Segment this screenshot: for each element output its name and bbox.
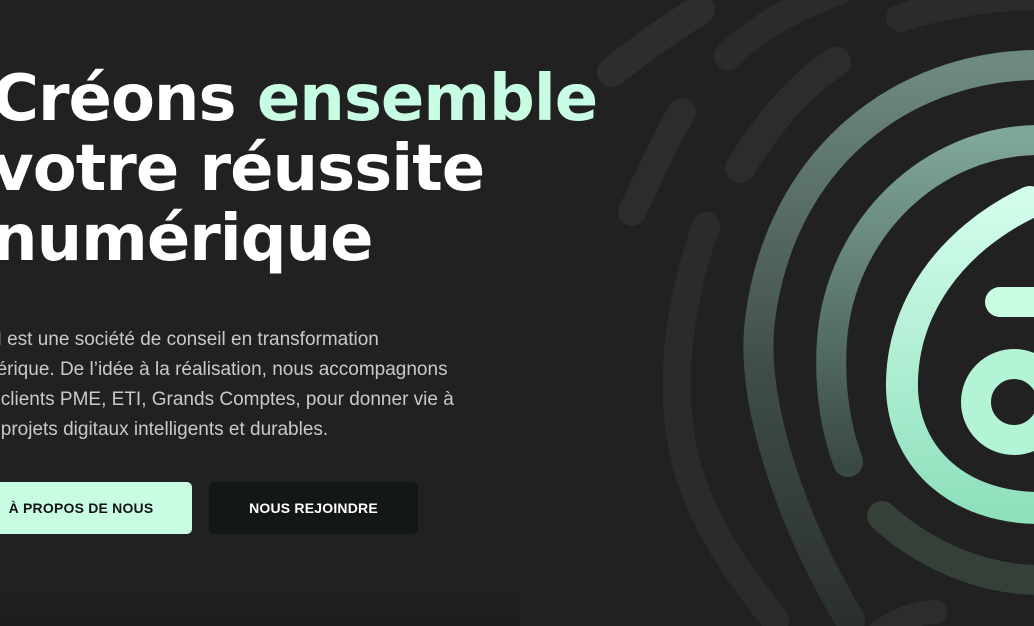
- intro-line: s projets digitaux intelligents et durab…: [0, 419, 329, 440]
- intro-line: nérique. De l’idée à la réalisation, nou…: [0, 359, 448, 380]
- intro-line: M est une société de conseil en transfor…: [0, 329, 379, 350]
- headline-line-2: votre réussite: [0, 132, 485, 206]
- join-us-button[interactable]: NOUS REJOINDRE: [209, 482, 418, 534]
- bottom-fade: [0, 586, 520, 626]
- hero-section: Créons ensemble votre réussite numérique…: [0, 0, 1034, 626]
- about-us-button[interactable]: À PROPOS DE NOUS: [0, 482, 192, 534]
- intro-paragraph: M est une société de conseil en transfor…: [0, 325, 506, 445]
- headline-text: Créons: [0, 62, 257, 136]
- page-title: Créons ensemble votre réussite numérique: [0, 62, 598, 276]
- headline-line-3: numérique: [0, 202, 374, 276]
- intro-line: s clients PME, ETI, Grands Comptes, pour…: [0, 389, 454, 410]
- headline-accent: ensemble: [256, 62, 598, 136]
- headline-line-1: Créons ensemble: [0, 62, 598, 136]
